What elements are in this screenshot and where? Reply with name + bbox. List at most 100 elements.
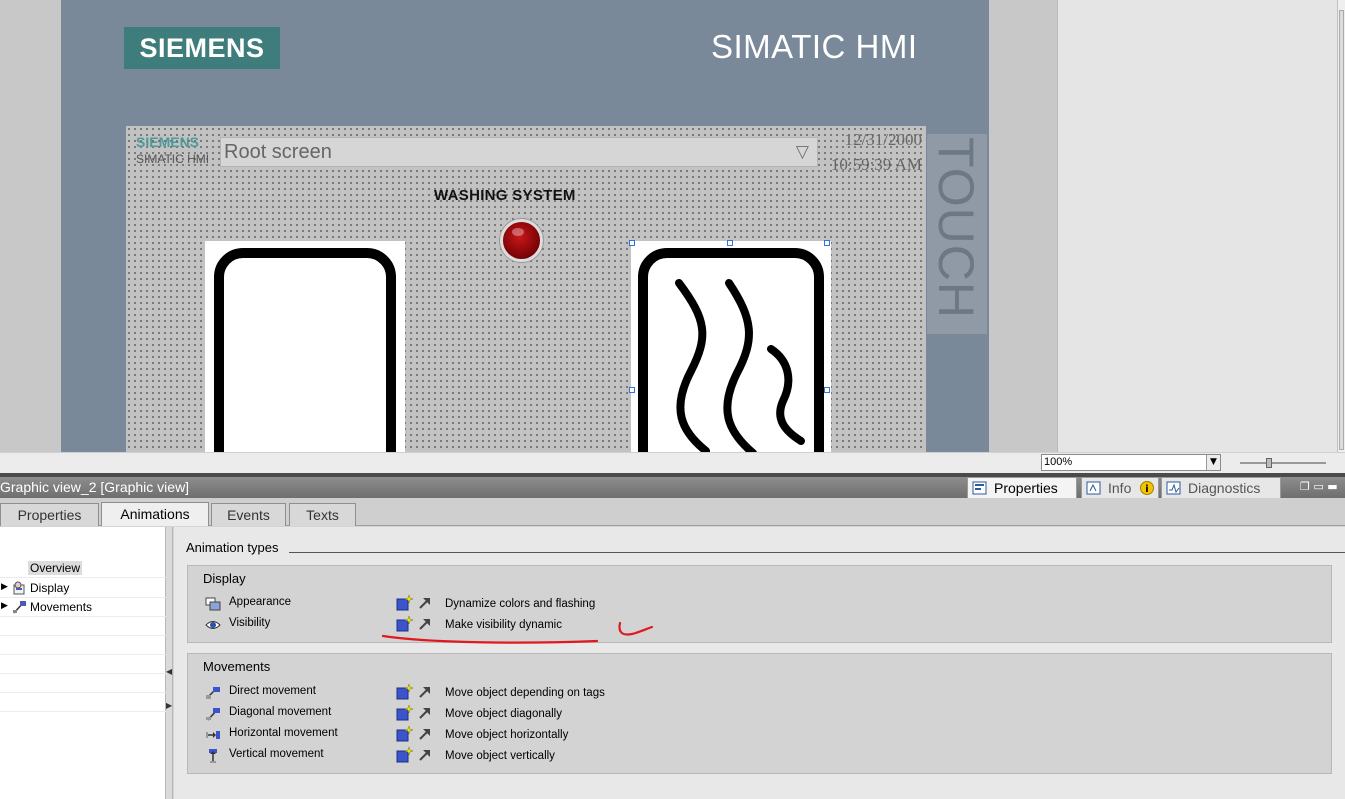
tab-properties[interactable]: Properties: [0, 503, 99, 526]
simatic-hmi-title: SIMATIC HMI: [711, 28, 918, 65]
collapse-left-icon[interactable]: ◀: [166, 667, 172, 676]
graphic-view-1[interactable]: [205, 241, 405, 452]
animation-type-label: Vertical movement: [229, 748, 324, 760]
animation-row-vertical-movement[interactable]: Vertical movement Move object vertically: [188, 746, 1333, 766]
chevron-down-icon[interactable]: ▼: [1206, 455, 1220, 470]
horizontal-movement-icon: [206, 731, 220, 739]
animation-type-label: Visibility: [229, 617, 271, 629]
tab-animations[interactable]: Animations: [101, 502, 209, 526]
info-icon: i: [1140, 481, 1154, 495]
tab-inspector-info-label: Info: [1108, 480, 1132, 496]
selection-handle[interactable]: [824, 240, 830, 246]
add-animation-icon[interactable]: [396, 747, 413, 763]
tree-empty-row: [0, 655, 166, 674]
scrollbar-thumb[interactable]: [1339, 10, 1344, 450]
expand-arrow-icon[interactable]: ▶: [1, 601, 8, 611]
animation-description: Dynamize colors and flashing: [445, 598, 596, 610]
tree-collapse-strip[interactable]: ◀ ▶: [166, 527, 173, 799]
arrow-up-right-icon[interactable]: [418, 727, 432, 741]
selection-handle[interactable]: [727, 240, 733, 246]
direct-movement-icon: [206, 687, 220, 699]
tab-texts[interactable]: Texts: [289, 503, 356, 526]
inspector-subtabs: Properties Animations Events Texts: [0, 498, 1345, 526]
steam-icon: [638, 248, 824, 452]
animation-description: Make visibility dynamic: [445, 619, 562, 631]
hmi-screen[interactable]: SIEMENS SIMATIC HMI Root screen ▽ 12/31/…: [126, 126, 926, 452]
graphic-view-2[interactable]: [631, 241, 831, 452]
arrow-up-right-icon[interactable]: [418, 596, 432, 610]
indicator-lamp[interactable]: [500, 219, 543, 262]
selection-handle[interactable]: [824, 387, 830, 393]
group-display: Display Appearance Dynamize colors and f…: [187, 565, 1332, 643]
zoom-slider-track: [1240, 462, 1326, 464]
animation-row-appearance[interactable]: Appearance Dynamize colors and flashing: [188, 594, 1333, 614]
add-animation-icon[interactable]: [396, 616, 413, 632]
vertical-scrollbar[interactable]: [1337, 0, 1345, 452]
animation-description: Move object diagonally: [445, 708, 562, 720]
animation-row-direct-movement[interactable]: Direct movement Move object depending on…: [188, 683, 1333, 703]
animation-row-diagonal-movement[interactable]: Diagonal movement Move object diagonally: [188, 704, 1333, 724]
add-animation-icon[interactable]: [396, 705, 413, 721]
group-movements: Movements Direct movement Move object de…: [187, 653, 1332, 774]
date-display: 12/31/2000: [844, 130, 922, 149]
window-buttons[interactable]: ❐ ▭ ▬: [1300, 480, 1338, 493]
properties-icon: [972, 481, 987, 495]
tree-empty-row: [0, 674, 166, 693]
tab-inspector-properties[interactable]: Properties: [967, 477, 1077, 498]
touch-label: TOUCH: [928, 137, 984, 319]
door-icon: [214, 248, 396, 452]
divider: [289, 552, 1345, 553]
tab-events[interactable]: Events: [211, 503, 286, 526]
add-animation-icon[interactable]: [396, 684, 413, 700]
expand-arrow-icon[interactable]: ▶: [1, 582, 8, 592]
screen-editor-canvas[interactable]: SIEMENS SIMATIC HMI SIEMENS SIMATIC HMI …: [0, 0, 1345, 452]
animation-description: Move object vertically: [445, 750, 555, 762]
add-animation-icon[interactable]: [396, 595, 413, 611]
inspector-title: Graphic view_2 [Graphic view]: [0, 479, 190, 495]
arrow-up-right-icon[interactable]: [418, 706, 432, 720]
tree-item-display[interactable]: ▶ Display: [0, 579, 166, 598]
arrow-up-right-icon[interactable]: [418, 617, 432, 631]
expand-right-icon[interactable]: ▶: [166, 701, 172, 710]
tab-inspector-info[interactable]: Info i: [1081, 477, 1159, 498]
arrow-up-right-icon[interactable]: [418, 748, 432, 762]
screen-selector-dropdown[interactable]: Root screen ▽: [220, 137, 818, 167]
tree-item-label: Movements: [30, 600, 93, 614]
animation-row-horizontal-movement[interactable]: Horizontal movement Move object horizont…: [188, 725, 1333, 745]
visibility-eye-icon: [205, 621, 221, 629]
animation-type-label: Diagonal movement: [229, 706, 332, 718]
screen-selector-value: Root screen: [224, 141, 332, 163]
zoom-slider[interactable]: [1240, 458, 1326, 468]
animation-row-visibility[interactable]: Visibility Make visibility dynamic: [188, 615, 1333, 635]
tree-item-label: Display: [30, 581, 70, 595]
canvas-status-bar: 100% ▼: [0, 452, 1345, 473]
diagnostics-icon: [1166, 481, 1181, 495]
animation-tree: Overview ▶ Display ▶ Movements: [0, 527, 166, 799]
screen-brand: SIEMENS SIMATIC HMI: [136, 134, 209, 166]
vertical-movement-icon: [209, 749, 217, 763]
tree-empty-row: [0, 617, 166, 636]
tab-inspector-diagnostics[interactable]: Diagnostics: [1161, 477, 1281, 498]
selection-handle[interactable]: [629, 387, 635, 393]
diagonal-movement-icon: [206, 708, 220, 721]
tree-item-overview[interactable]: Overview: [0, 559, 166, 578]
svg-text:i: i: [1145, 484, 1148, 495]
screen-brand-siemens: SIEMENS: [136, 134, 200, 150]
chevron-down-icon: ▽: [795, 142, 809, 162]
movements-icon: [13, 601, 26, 614]
add-animation-icon[interactable]: [396, 726, 413, 742]
selection-handle[interactable]: [629, 240, 635, 246]
washing-system-title[interactable]: WASHING SYSTEM: [434, 187, 576, 204]
zoom-select[interactable]: 100% ▼: [1041, 454, 1221, 471]
appearance-icon: [205, 597, 221, 611]
tree-empty-row: [0, 693, 166, 712]
animation-types-heading: Animation types: [186, 540, 279, 555]
animation-type-label: Direct movement: [229, 685, 316, 697]
arrow-up-right-icon[interactable]: [418, 685, 432, 699]
info-tab-icon: [1086, 481, 1101, 495]
canvas-empty-area: [1057, 0, 1337, 452]
zoom-slider-knob[interactable]: [1266, 458, 1272, 468]
tree-empty-row: [0, 636, 166, 655]
tree-item-movements[interactable]: ▶ Movements: [0, 598, 166, 617]
siemens-logo: SIEMENS: [124, 27, 280, 69]
